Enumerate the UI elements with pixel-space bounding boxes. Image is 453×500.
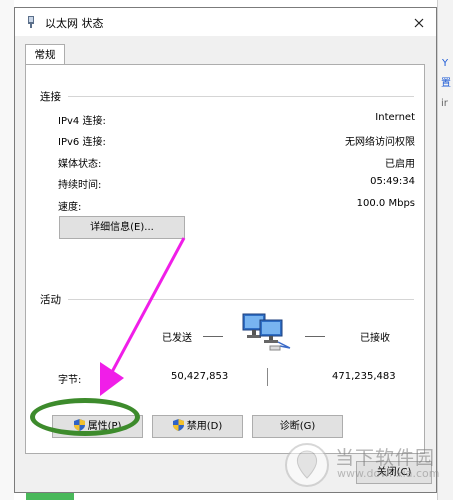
activity-group-label: 活动	[40, 294, 61, 306]
close-window-button[interactable]	[408, 11, 430, 33]
background-edge-text: Y	[442, 58, 449, 69]
network-activity-icon	[242, 313, 291, 351]
watermark-logo	[285, 443, 329, 487]
tab-general[interactable]: 常规	[25, 44, 65, 65]
speed-label: 速度:	[58, 202, 82, 213]
received-dash	[305, 336, 325, 337]
sent-label: 已发送	[162, 333, 192, 344]
bytes-label: 字节:	[58, 375, 82, 386]
received-bytes-value: 471,235,483	[332, 371, 396, 382]
watermark-logo-glyph	[296, 450, 318, 479]
watermark: 当下软件园 www.downxia.com	[285, 443, 445, 493]
bytes-divider	[267, 368, 268, 386]
annotation-highlight-ellipse	[30, 398, 140, 436]
sent-bytes-value: 50,427,853	[171, 371, 229, 382]
media-state-label: 媒体状态:	[58, 159, 102, 170]
details-button[interactable]: 详细信息(E)...	[59, 216, 185, 239]
sent-dash	[203, 336, 223, 337]
close-icon	[414, 18, 424, 27]
ipv6-value: 无网络访问权限	[345, 137, 415, 148]
connection-group-label: 连接	[40, 91, 61, 103]
ipv4-label: IPv4 连接:	[58, 116, 106, 127]
watermark-text: 当下软件园	[335, 447, 436, 469]
ipv6-label: IPv6 连接:	[58, 137, 106, 148]
background-right-edge: Y 置 ir	[437, 0, 453, 500]
background-left-edge	[0, 0, 14, 500]
ipv4-value: Internet	[375, 112, 415, 123]
speed-value: 100.0 Mbps	[356, 198, 415, 209]
connection-divider	[68, 96, 414, 97]
title-bar: 以太网 状态	[15, 8, 436, 36]
network-adapter-icon	[28, 16, 34, 28]
activity-divider	[68, 299, 414, 300]
background-edge-text: ir	[441, 98, 448, 109]
duration-label: 持续时间:	[58, 180, 102, 191]
media-state-value: 已启用	[385, 159, 415, 170]
disable-button-label: 禁用(D)	[186, 421, 223, 432]
window-title: 以太网 状态	[45, 17, 104, 30]
duration-value: 05:49:34	[370, 176, 415, 187]
general-tab-panel: 连接 IPv4 连接: Internet IPv6 连接: 无网络访问权限 媒体…	[25, 64, 425, 454]
diagnose-button[interactable]: 诊断(G)	[252, 415, 343, 438]
uac-shield-icon	[172, 419, 184, 431]
disable-button[interactable]: 禁用(D)	[152, 415, 243, 438]
watermark-url: www.downxia.com	[337, 467, 440, 480]
background-edge-text: 置	[441, 78, 451, 89]
received-label: 已接收	[360, 333, 390, 344]
